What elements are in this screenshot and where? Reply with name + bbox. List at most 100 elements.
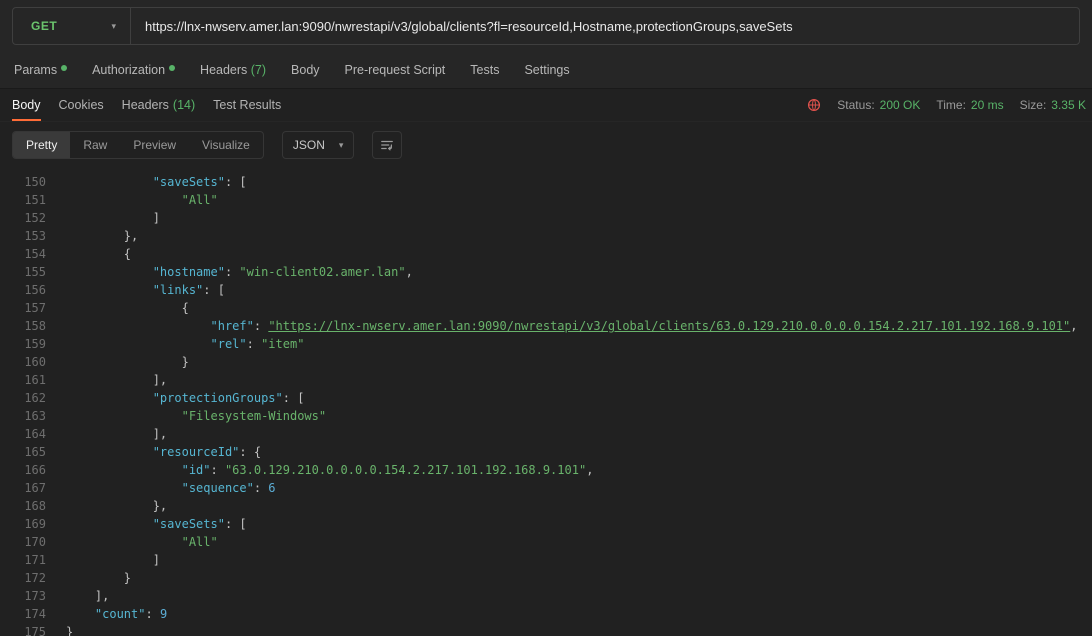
meta-label: Time: (936, 98, 966, 112)
response-body-viewer[interactable]: 150 "saveSets": [151 "All"152 ]153 },154… (0, 167, 1092, 636)
json-token: "saveSets" (153, 175, 225, 189)
line-text: "sequence": 6 (46, 479, 276, 497)
tab-label: Tests (470, 63, 499, 77)
line-text: ] (46, 209, 160, 227)
json-token: : (254, 319, 268, 333)
json-token: ], (153, 373, 167, 387)
unsaved-dot (61, 65, 67, 71)
url-input[interactable]: https://lnx-nwserv.amer.lan:9090/nwresta… (131, 8, 807, 44)
line-number: 152 (0, 209, 46, 227)
tab-label: Headers (200, 63, 247, 77)
json-token: : [ (225, 517, 247, 531)
code-line: 165 "resourceId": { (0, 443, 1092, 461)
response-meta-items: Status: 200 OK Time: 20 ms Size:3.35 K (837, 98, 1086, 112)
language-selector[interactable]: JSON ▾ (282, 131, 355, 159)
meta-value[interactable]: 200 OK (880, 98, 921, 112)
request-tab-tests[interactable]: Tests (470, 63, 499, 77)
line-text: ] (46, 551, 160, 569)
line-text: "id": "63.0.129.210.0.0.0.0.154.2.217.10… (46, 461, 593, 479)
line-number: 155 (0, 263, 46, 281)
line-text: "hostname": "win-client02.amer.lan", (46, 263, 413, 281)
json-token: : (145, 607, 159, 621)
line-text: ], (46, 371, 167, 389)
response-tab-cookies[interactable]: Cookies (59, 89, 104, 121)
line-number: 167 (0, 479, 46, 497)
wrap-lines-button[interactable] (372, 131, 402, 159)
response-tab-test-results[interactable]: Test Results (213, 89, 281, 121)
tab-label: Body (291, 63, 320, 77)
line-number: 165 (0, 443, 46, 461)
request-tab-body[interactable]: Body (291, 63, 320, 77)
json-token: "id" (182, 463, 211, 477)
view-mode-raw[interactable]: Raw (70, 132, 120, 158)
response-toolbar: PrettyRawPreviewVisualize JSON ▾ (0, 122, 1092, 167)
code-line: 174 "count": 9 (0, 605, 1092, 623)
line-text: "All" (46, 533, 218, 551)
line-number: 168 (0, 497, 46, 515)
request-tab-headers[interactable]: Headers (7) (200, 63, 266, 77)
line-text: ], (46, 425, 167, 443)
response-status: Status: 200 OK (837, 98, 920, 112)
json-token: "href" (211, 319, 254, 333)
request-tab-settings[interactable]: Settings (524, 63, 569, 77)
line-text: "links": [ (46, 281, 225, 299)
line-number: 175 (0, 623, 46, 636)
method-selector[interactable]: GET ▾ (13, 8, 131, 44)
code-line: 153 }, (0, 227, 1092, 245)
tab-label: Body (12, 98, 41, 112)
meta-label: Status: (837, 98, 874, 112)
line-number: 164 (0, 425, 46, 443)
json-token: "item" (261, 337, 304, 351)
line-text: "All" (46, 191, 218, 209)
method-label: GET (31, 19, 57, 33)
response-size: Size:3.35 K (1020, 98, 1086, 112)
json-token: { (182, 301, 189, 315)
meta-value[interactable]: 3.35 K (1051, 98, 1086, 112)
json-token: "count" (95, 607, 146, 621)
tab-label: Cookies (59, 98, 104, 112)
meta-value[interactable]: 20 ms (971, 98, 1004, 112)
json-token: ] (153, 211, 160, 225)
json-token: "hostname" (153, 265, 225, 279)
request-tab-authorization[interactable]: Authorization (92, 63, 175, 77)
code-line: 171 ] (0, 551, 1092, 569)
response-tab-body[interactable]: Body (12, 89, 41, 121)
json-token: "rel" (211, 337, 247, 351)
line-number: 160 (0, 353, 46, 371)
request-tab-pre-request-script[interactable]: Pre-request Script (345, 63, 446, 77)
code-line: 168 }, (0, 497, 1092, 515)
view-mode-visualize[interactable]: Visualize (189, 132, 263, 158)
json-token: : (211, 463, 225, 477)
tab-label: Authorization (92, 63, 165, 77)
json-token: "win-client02.amer.lan" (239, 265, 405, 279)
request-tab-params[interactable]: Params (14, 63, 67, 77)
line-text: "Filesystem-Windows" (46, 407, 326, 425)
request-tabs: Params Authorization Headers (7) Body Pre-re… (0, 51, 1092, 89)
tab-label: Params (14, 63, 57, 77)
code-line: 161 ], (0, 371, 1092, 389)
json-token: ] (153, 553, 160, 567)
json-token: : (225, 265, 239, 279)
line-text: } (46, 623, 73, 636)
code-line: 159 "rel": "item" (0, 335, 1092, 353)
line-text: "count": 9 (46, 605, 167, 623)
json-token: "saveSets" (153, 517, 225, 531)
response-tab-headers[interactable]: Headers(14) (122, 89, 195, 121)
code-line: 164 ], (0, 425, 1092, 443)
line-number: 151 (0, 191, 46, 209)
tab-label: Test Results (213, 98, 281, 112)
line-number: 154 (0, 245, 46, 263)
code-line: 169 "saveSets": [ (0, 515, 1092, 533)
json-token: , (586, 463, 593, 477)
json-token: } (66, 625, 73, 636)
line-number: 157 (0, 299, 46, 317)
line-number: 162 (0, 389, 46, 407)
view-mode-pretty[interactable]: Pretty (13, 132, 70, 158)
line-text: "saveSets": [ (46, 173, 247, 191)
line-text: { (46, 299, 189, 317)
network-warning-icon[interactable] (807, 98, 821, 112)
json-link[interactable]: "https://lnx-nwserv.amer.lan:9090/nwrest… (268, 319, 1070, 333)
view-mode-switcher: PrettyRawPreviewVisualize (12, 131, 264, 159)
line-number: 153 (0, 227, 46, 245)
view-mode-preview[interactable]: Preview (120, 132, 189, 158)
